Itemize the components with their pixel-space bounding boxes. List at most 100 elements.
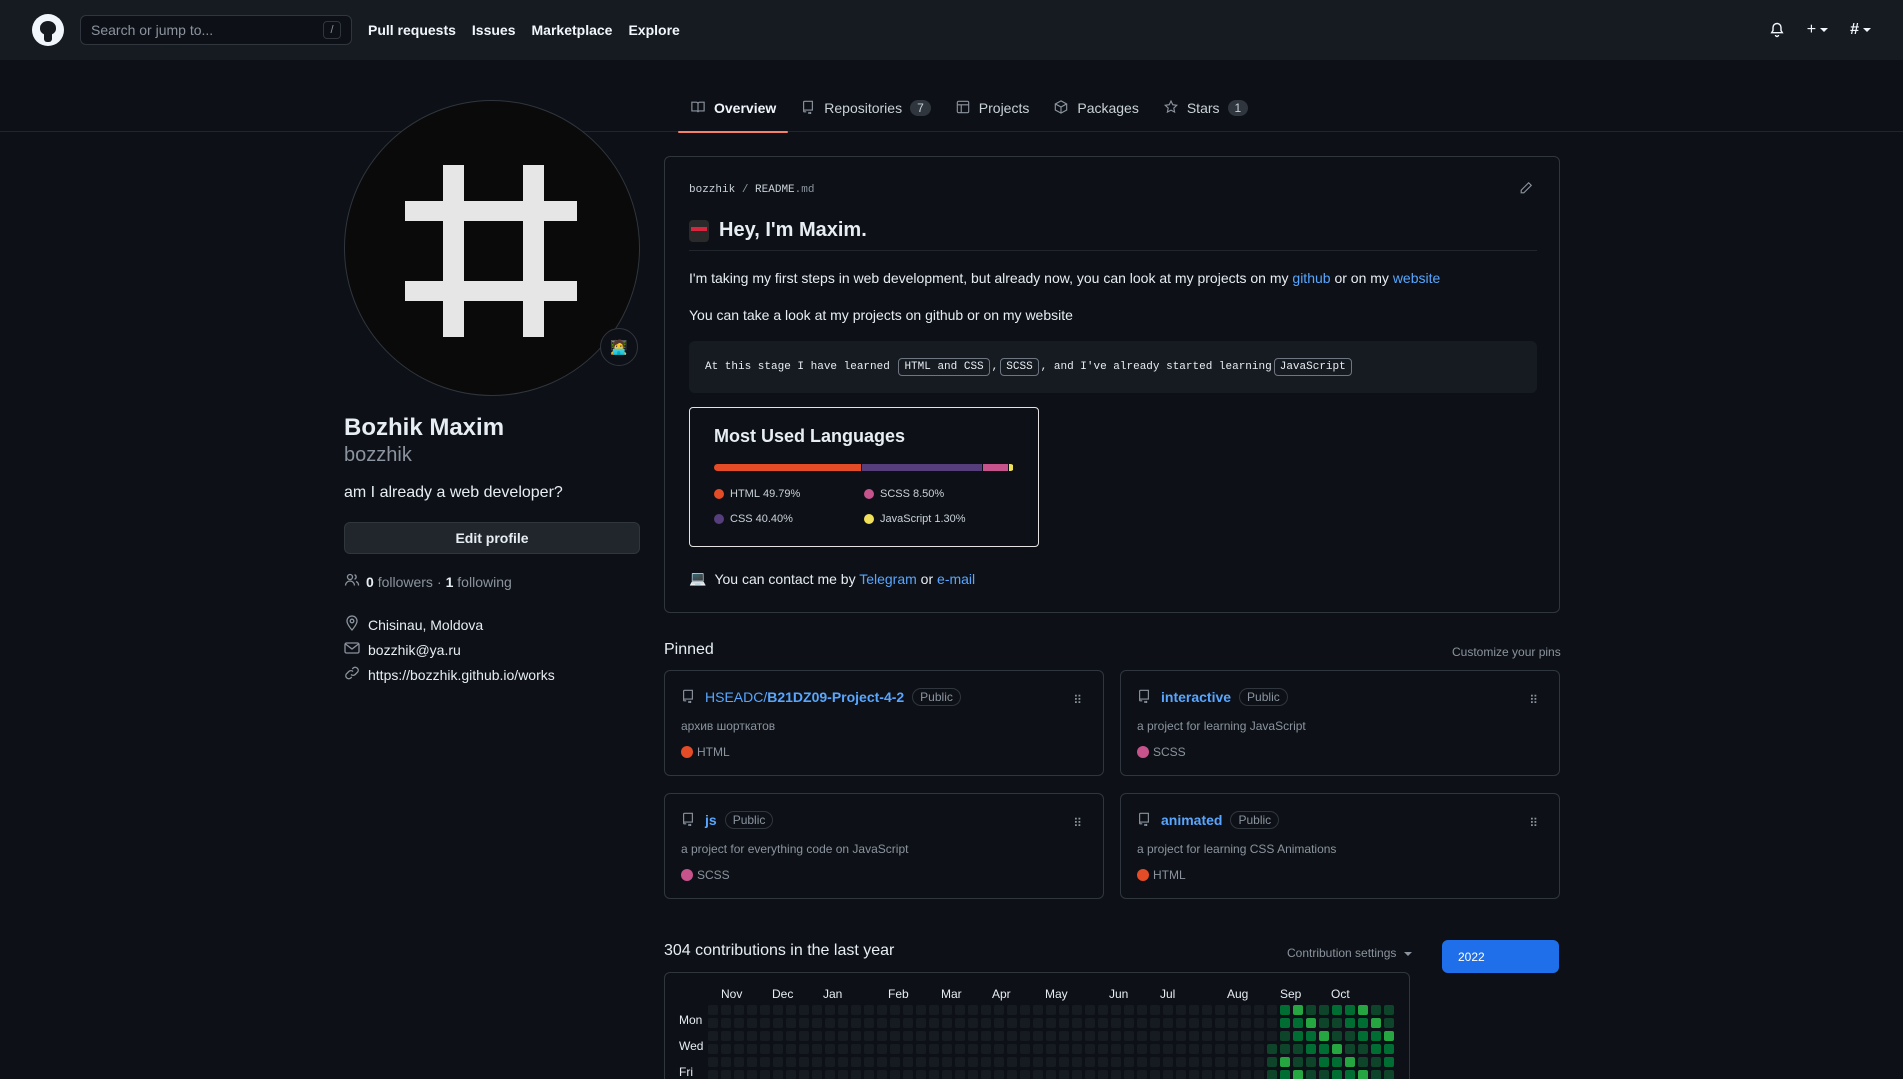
contribution-day-cell[interactable] xyxy=(1371,1031,1381,1041)
email-readme-link[interactable]: e-mail xyxy=(937,571,975,587)
contribution-day-cell[interactable] xyxy=(1189,1057,1199,1067)
contribution-day-cell[interactable] xyxy=(1007,1057,1017,1067)
contribution-day-cell[interactable] xyxy=(1293,1018,1303,1028)
contribution-day-cell[interactable] xyxy=(1241,1070,1251,1079)
contribution-day-cell[interactable] xyxy=(1163,1031,1173,1041)
followers-link[interactable]: 0 followers xyxy=(366,574,433,590)
contribution-day-cell[interactable] xyxy=(1332,1005,1342,1015)
contribution-day-cell[interactable] xyxy=(1046,1018,1056,1028)
contribution-day-cell[interactable] xyxy=(1345,1057,1355,1067)
contribution-day-cell[interactable] xyxy=(1345,1044,1355,1054)
contribution-day-cell[interactable] xyxy=(1241,1044,1251,1054)
edit-readme-pencil-icon[interactable] xyxy=(1519,181,1533,198)
contribution-day-cell[interactable] xyxy=(1280,1018,1290,1028)
contribution-day-cell[interactable] xyxy=(708,1005,718,1015)
contribution-day-cell[interactable] xyxy=(1254,1044,1264,1054)
contribution-day-cell[interactable] xyxy=(1033,1005,1043,1015)
contribution-day-cell[interactable] xyxy=(1384,1018,1394,1028)
profile-avatar[interactable] xyxy=(344,100,640,396)
contribution-day-cell[interactable] xyxy=(1241,1031,1251,1041)
contribution-day-cell[interactable] xyxy=(734,1005,744,1015)
contribution-day-cell[interactable] xyxy=(1293,1070,1303,1079)
contribution-day-cell[interactable] xyxy=(812,1044,822,1054)
contribution-day-cell[interactable] xyxy=(1228,1044,1238,1054)
contribution-day-cell[interactable] xyxy=(1137,1018,1147,1028)
contribution-day-cell[interactable] xyxy=(1280,1005,1290,1015)
contribution-day-cell[interactable] xyxy=(1228,1031,1238,1041)
contribution-day-cell[interactable] xyxy=(981,1044,991,1054)
nav-issues[interactable]: Issues xyxy=(472,22,516,38)
contribution-day-cell[interactable] xyxy=(721,1005,731,1015)
contribution-day-cell[interactable] xyxy=(1202,1070,1212,1079)
contribution-day-cell[interactable] xyxy=(1384,1044,1394,1054)
contribution-day-cell[interactable] xyxy=(1072,1044,1082,1054)
contribution-day-cell[interactable] xyxy=(1046,1005,1056,1015)
contribution-day-cell[interactable] xyxy=(1111,1031,1121,1041)
contribution-day-cell[interactable] xyxy=(786,1018,796,1028)
contribution-day-cell[interactable] xyxy=(942,1005,952,1015)
github-link[interactable]: github xyxy=(1292,270,1330,286)
contribution-day-cell[interactable] xyxy=(1189,1070,1199,1079)
contribution-day-cell[interactable] xyxy=(825,1070,835,1079)
contribution-day-cell[interactable] xyxy=(786,1031,796,1041)
contribution-day-cell[interactable] xyxy=(916,1044,926,1054)
contribution-day-cell[interactable] xyxy=(1293,1044,1303,1054)
contribution-day-cell[interactable] xyxy=(825,1057,835,1067)
contribution-day-cell[interactable] xyxy=(1020,1070,1030,1079)
drag-handle-grabber-icon[interactable]: ⠿ xyxy=(1073,816,1082,830)
contribution-day-cell[interactable] xyxy=(1319,1005,1329,1015)
contribution-day-cell[interactable] xyxy=(1163,1070,1173,1079)
contribution-day-cell[interactable] xyxy=(1137,1057,1147,1067)
contribution-day-cell[interactable] xyxy=(1228,1070,1238,1079)
contribution-day-cell[interactable] xyxy=(1358,1044,1368,1054)
contribution-day-cell[interactable] xyxy=(786,1044,796,1054)
contribution-day-cell[interactable] xyxy=(968,1057,978,1067)
contribution-day-cell[interactable] xyxy=(1059,1044,1069,1054)
contribution-day-cell[interactable] xyxy=(903,1070,913,1079)
contribution-day-cell[interactable] xyxy=(994,1005,1004,1015)
customize-pins-link[interactable]: Customize your pins xyxy=(1452,645,1561,659)
contribution-day-cell[interactable] xyxy=(708,1070,718,1079)
contribution-day-cell[interactable] xyxy=(1033,1057,1043,1067)
contribution-day-cell[interactable] xyxy=(825,1044,835,1054)
contribution-day-cell[interactable] xyxy=(1384,1057,1394,1067)
contribution-day-cell[interactable] xyxy=(1111,1070,1121,1079)
contribution-day-cell[interactable] xyxy=(1176,1031,1186,1041)
contribution-day-cell[interactable] xyxy=(1098,1057,1108,1067)
nav-marketplace[interactable]: Marketplace xyxy=(532,22,613,38)
contribution-day-cell[interactable] xyxy=(1124,1070,1134,1079)
contribution-day-cell[interactable] xyxy=(1085,1044,1095,1054)
contribution-day-cell[interactable] xyxy=(929,1044,939,1054)
year-2022-button[interactable]: 2022 xyxy=(1442,940,1559,973)
contribution-day-cell[interactable] xyxy=(1059,1057,1069,1067)
contribution-day-cell[interactable] xyxy=(864,1057,874,1067)
contribution-day-cell[interactable] xyxy=(942,1057,952,1067)
contribution-day-cell[interactable] xyxy=(929,1005,939,1015)
contribution-day-cell[interactable] xyxy=(1254,1070,1264,1079)
contribution-day-cell[interactable] xyxy=(1072,1018,1082,1028)
contribution-day-cell[interactable] xyxy=(1059,1031,1069,1041)
contribution-day-cell[interactable] xyxy=(1124,1005,1134,1015)
contribution-day-cell[interactable] xyxy=(1098,1005,1108,1015)
contribution-day-cell[interactable] xyxy=(1046,1044,1056,1054)
contribution-day-cell[interactable] xyxy=(1137,1031,1147,1041)
contribution-day-cell[interactable] xyxy=(864,1005,874,1015)
contribution-day-cell[interactable] xyxy=(799,1031,809,1041)
contribution-day-cell[interactable] xyxy=(1163,1044,1173,1054)
contribution-day-cell[interactable] xyxy=(786,1005,796,1015)
contribution-day-cell[interactable] xyxy=(942,1070,952,1079)
contribution-day-cell[interactable] xyxy=(1150,1057,1160,1067)
contribution-day-cell[interactable] xyxy=(890,1044,900,1054)
contribution-day-cell[interactable] xyxy=(1215,1070,1225,1079)
contribution-day-cell[interactable] xyxy=(981,1057,991,1067)
contribution-day-cell[interactable] xyxy=(1189,1044,1199,1054)
contribution-day-cell[interactable] xyxy=(1137,1005,1147,1015)
contribution-day-cell[interactable] xyxy=(1267,1057,1277,1067)
contribution-day-cell[interactable] xyxy=(994,1018,1004,1028)
contribution-day-cell[interactable] xyxy=(760,1070,770,1079)
contribution-day-cell[interactable] xyxy=(955,1070,965,1079)
contribution-day-cell[interactable] xyxy=(1059,1005,1069,1015)
contribution-day-cell[interactable] xyxy=(1306,1005,1316,1015)
contribution-day-cell[interactable] xyxy=(955,1057,965,1067)
contribution-day-cell[interactable] xyxy=(981,1005,991,1015)
